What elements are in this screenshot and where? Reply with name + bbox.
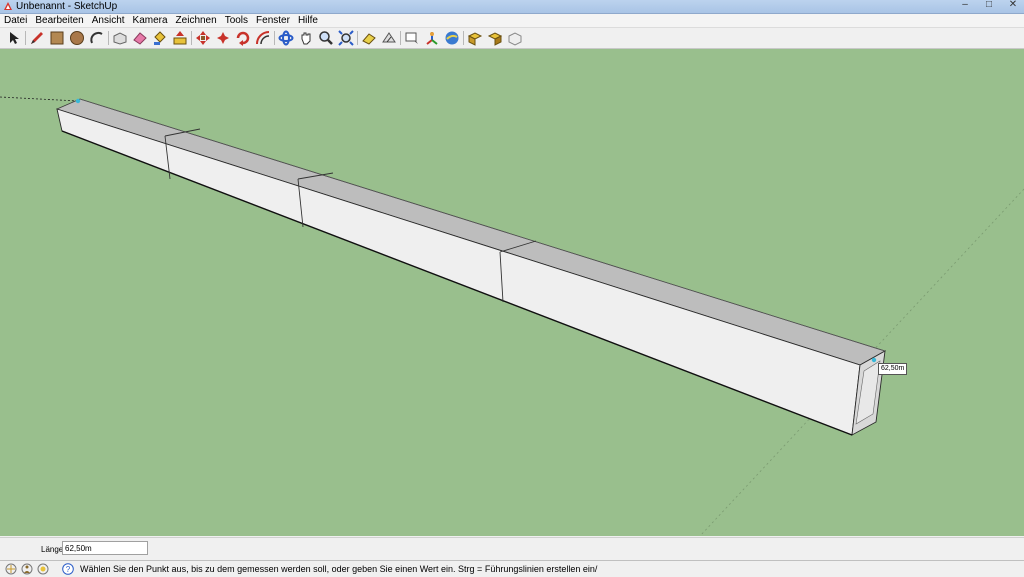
user-status-icon[interactable] (37, 563, 49, 575)
measurements-label: Länge (41, 545, 64, 554)
google-earth-button[interactable] (443, 29, 461, 47)
make-component-icon (113, 32, 127, 45)
components-button[interactable] (506, 29, 524, 47)
move-icon (196, 31, 210, 45)
guide-line-left (0, 96, 79, 102)
arc-tool-button[interactable] (88, 29, 106, 47)
components-icon (508, 32, 522, 46)
measure-tooltip: 62,50m (878, 363, 908, 375)
menu-zeichnen[interactable]: Zeichnen (172, 15, 221, 27)
follow-me-button[interactable] (234, 29, 252, 47)
pan-tool-button[interactable] (297, 29, 315, 47)
zoom-tool-button[interactable] (317, 29, 335, 47)
share-model-button[interactable] (486, 29, 504, 47)
arc-icon (90, 31, 103, 44)
menu-tools[interactable]: Tools (221, 15, 252, 27)
start-point-marker (75, 98, 81, 104)
protractor-tool-button[interactable] (380, 29, 398, 47)
credits-icon[interactable] (21, 563, 33, 575)
rotate-tool-button[interactable] (214, 29, 232, 47)
get-models-button[interactable] (466, 29, 484, 47)
geo-location-icon[interactable] (5, 563, 17, 575)
paint-bucket-icon (154, 31, 166, 45)
status-bar: ? Wählen Sie den Punkt aus, bis zu dem g… (0, 560, 1024, 577)
zoom-extents-icon (338, 30, 354, 46)
menu-fenster[interactable]: Fenster (252, 15, 294, 27)
follow-me-icon (236, 31, 250, 46)
rectangle-icon (50, 31, 64, 45)
circle-tool-button[interactable] (68, 29, 86, 47)
pan-icon (301, 32, 311, 45)
orbit-icon (278, 30, 294, 46)
circle-icon (70, 31, 84, 45)
menu-kamera[interactable]: Kamera (129, 15, 172, 27)
paint-bucket-button[interactable] (151, 29, 169, 47)
select-icon (10, 32, 19, 44)
dimension-icon (362, 33, 376, 45)
move-tool-button[interactable] (194, 29, 212, 47)
rotate-icon (217, 32, 229, 44)
rectangle-tool-button[interactable] (48, 29, 66, 47)
measurements-box: Länge 62,50m (0, 537, 1024, 560)
make-component-button[interactable] (111, 29, 129, 47)
svg-text:?: ? (66, 565, 71, 574)
push-pull-icon (173, 31, 187, 45)
orbit-tool-button[interactable] (277, 29, 295, 47)
push-pull-button[interactable] (171, 29, 189, 47)
status-message: Wählen Sie den Punkt aus, bis zu dem gem… (80, 564, 598, 574)
offset-icon (256, 31, 270, 45)
share-model-icon (487, 32, 503, 46)
scene-canvas[interactable] (0, 49, 1024, 536)
axes-tool-button[interactable] (423, 29, 441, 47)
pencil-tool-button[interactable] (28, 29, 46, 47)
menu-hilfe[interactable]: Hilfe (294, 15, 322, 27)
zoom-extents-button[interactable] (337, 29, 355, 47)
dimension-tool-button[interactable] (360, 29, 378, 47)
get-models-icon (467, 32, 483, 46)
title-bar: Unbenannt - SketchUp – □ ✕ (0, 0, 1024, 14)
main-toolbar (0, 28, 1024, 49)
beam-top-face (55, 98, 887, 366)
protractor-icon (382, 32, 396, 43)
window-title: Unbenannt - SketchUp (16, 1, 118, 12)
text-icon (405, 32, 418, 44)
menu-datei[interactable]: Datei (0, 15, 31, 27)
menu-bearbeiten[interactable]: Bearbeiten (31, 15, 87, 27)
text-tool-button[interactable] (403, 29, 421, 47)
help-icon[interactable]: ? (62, 563, 74, 575)
maximize-button[interactable]: □ (982, 0, 996, 11)
axes-icon (426, 32, 438, 45)
zoom-icon (319, 31, 333, 45)
eraser-tool-button[interactable] (131, 29, 149, 47)
measurements-input[interactable]: 62,50m (62, 541, 148, 555)
offset-button[interactable] (254, 29, 272, 47)
google-earth-icon (445, 31, 459, 45)
beam-bottom-edge (61, 130, 853, 436)
menu-ansicht[interactable]: Ansicht (88, 15, 129, 27)
beam-top-edge-line (79, 98, 886, 352)
beam-front-face (56, 108, 861, 436)
select-tool-button[interactable] (5, 29, 23, 47)
minimize-button[interactable]: – (958, 0, 972, 11)
sketchup-logo-icon (4, 2, 12, 10)
menu-bar: Datei Bearbeiten Ansicht Kamera Zeichnen… (0, 14, 1024, 28)
eraser-icon (133, 32, 147, 45)
drawing-viewport[interactable]: 62,50m (0, 49, 1024, 536)
end-point-marker (871, 357, 877, 363)
pencil-icon (31, 32, 43, 44)
close-button[interactable]: ✕ (1006, 0, 1020, 11)
